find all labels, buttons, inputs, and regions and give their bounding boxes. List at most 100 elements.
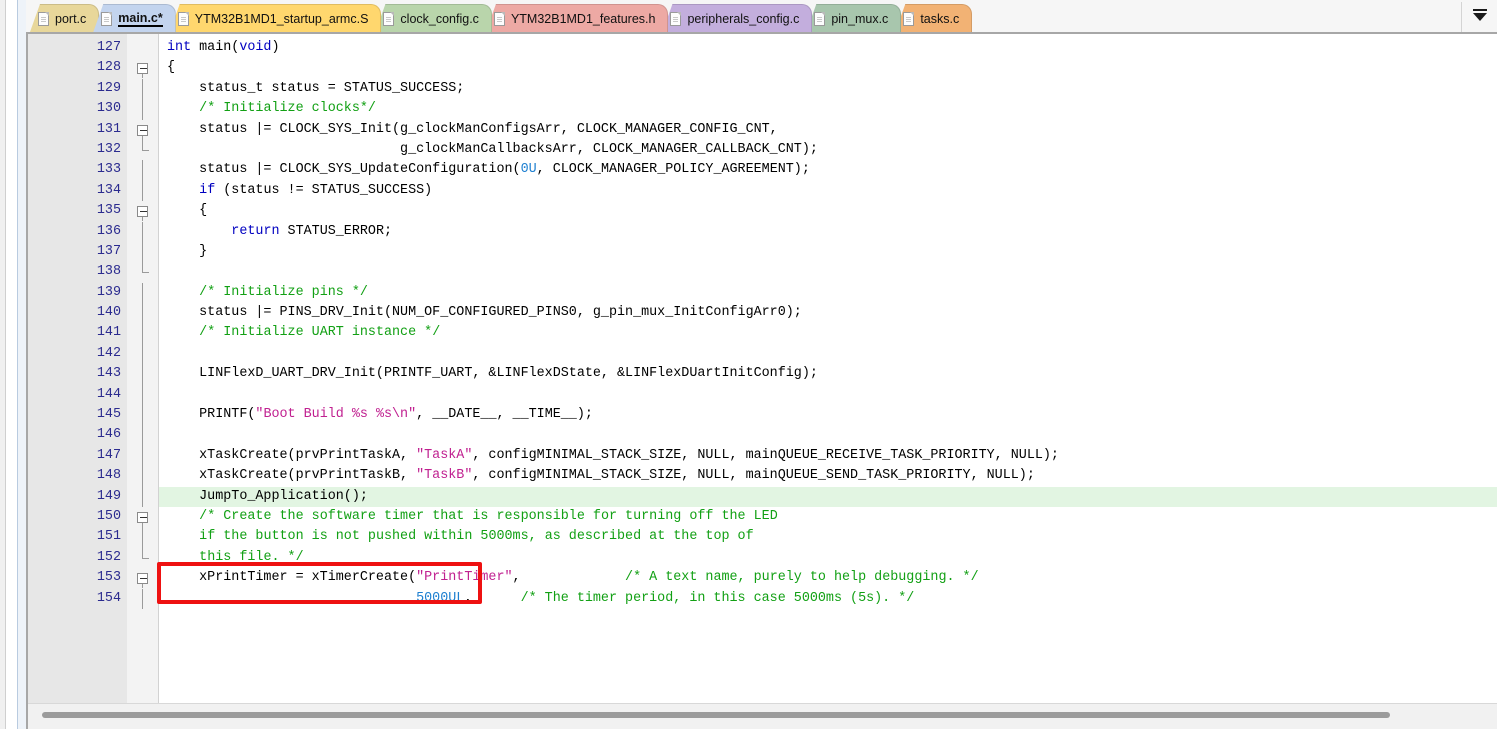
horizontal-scrollbar[interactable] [28, 703, 1497, 729]
fold-stem [127, 160, 159, 181]
code-line-highlighted[interactable]: 149 JumpTo_Application(); [28, 486, 1497, 508]
code-line[interactable]: 130 /* Initialize clocks*/ [28, 99, 1497, 120]
editor-tab-peripherals-config-c[interactable]: peripherals_config.c [662, 4, 813, 32]
line-number: 131 [96, 121, 121, 137]
line-number: 139 [96, 284, 121, 300]
fold-stem [127, 364, 159, 385]
code-text: xPrintTimer = xTimerCreate("PrintTimer",… [167, 570, 979, 586]
code-text: xTaskCreate(prvPrintTaskA, "TaskA", conf… [167, 447, 1059, 463]
editor-tab-label: port.c [55, 11, 87, 26]
fold-end-marker [127, 547, 159, 568]
editor-tab-label: tasks.c [920, 11, 960, 26]
line-number: 153 [96, 570, 121, 586]
file-icon [814, 11, 826, 26]
line-number: 138 [96, 264, 121, 280]
editor-tab-main-c-[interactable]: main.c* [93, 4, 176, 32]
fold-toggle-icon[interactable] [127, 120, 159, 140]
fold-stem [127, 527, 159, 548]
editor-tab-ytm32b1md1-features-h[interactable]: YTM32B1MD1_features.h [485, 4, 669, 32]
code-text: } [167, 243, 208, 259]
code-editor[interactable]: 127 int main(void) 128 {129 status_t status… [26, 32, 1497, 729]
editor-tab-bar: port.c main.c* YTM32B1MD1_startup_armc.S cl… [26, 0, 1497, 32]
code-line[interactable]: 148 xTaskCreate(prvPrintTaskB, "TaskB", … [28, 466, 1497, 487]
editor-tab-tasks-c[interactable]: tasks.c [895, 4, 973, 32]
code-line[interactable]: 135 { [28, 201, 1497, 222]
tab-overflow-button[interactable] [1461, 2, 1497, 32]
fold-stem [127, 99, 159, 120]
code-line[interactable]: 133 status |= CLOCK_SYS_UpdateConfigurat… [28, 160, 1497, 181]
file-icon [38, 11, 49, 26]
fold-stem [127, 221, 159, 242]
code-line[interactable]: 142 [28, 343, 1497, 365]
editor-tab-label: pin_mux.c [831, 11, 889, 26]
ide-editor-window: port.c main.c* YTM32B1MD1_startup_armc.S cl… [0, 0, 1497, 729]
fold-toggle-icon[interactable] [127, 58, 159, 79]
code-text: int main(void) [167, 40, 280, 55]
file-icon [383, 11, 395, 26]
fold-stem [127, 241, 159, 263]
code-text: /* Initialize pins */ [199, 284, 368, 300]
window-left-rail-inner [7, 0, 18, 729]
code-line[interactable]: 131 status |= CLOCK_SYS_Init(g_clockManC… [28, 120, 1497, 140]
code-text: status |= PINS_DRV_Init(NUM_OF_CONFIGURE… [167, 305, 802, 321]
fold-stem [127, 486, 159, 507]
window-left-rail-accent [18, 0, 26, 729]
code-text: { [167, 203, 208, 219]
code-line[interactable]: 146 [28, 425, 1497, 446]
fold-toggle-icon[interactable] [127, 201, 159, 222]
fold-toggle-icon[interactable] [127, 568, 159, 589]
file-icon [177, 11, 189, 26]
editor-tab-port-c[interactable]: port.c [30, 4, 100, 32]
line-number: 151 [96, 529, 121, 545]
code-line[interactable]: 132 g_clockManCallbacksArr, CLOCK_MANAGE… [28, 139, 1497, 160]
line-number: 130 [96, 101, 121, 117]
fold-stem [127, 323, 159, 344]
code-line[interactable]: 140 status |= PINS_DRV_Init(NUM_OF_CONFI… [28, 303, 1497, 324]
code-text: xTaskCreate(prvPrintTaskB, "TaskB", conf… [167, 468, 1035, 484]
fold-stem [127, 405, 159, 426]
code-line[interactable]: 127 int main(void) [28, 38, 1497, 58]
fold-toggle-icon[interactable] [127, 507, 159, 527]
chevron-down-icon [1472, 9, 1487, 21]
code-line[interactable]: 144 [28, 384, 1497, 406]
code-line[interactable]: 129 status_t status = STATUS_SUCCESS; [28, 78, 1497, 100]
code-text: 5000UL, /* The timer period, in this cas… [416, 590, 915, 606]
code-line[interactable]: 143 LINFlexD_UART_DRV_Init(PRINTF_UART, … [28, 364, 1497, 385]
code-line[interactable]: 151 if the button is not pushed within 5… [28, 527, 1497, 548]
editor-tab-ytm32b1md1-startup-armc-s[interactable]: YTM32B1MD1_startup_armc.S [169, 4, 382, 32]
code-line[interactable]: 154 5000UL, /* The timer period, in this… [28, 588, 1497, 609]
code-surface[interactable]: 127 int main(void) 128 {129 status_t status… [28, 34, 1497, 703]
line-number: 133 [96, 162, 121, 178]
fold-end-marker [127, 139, 159, 160]
file-icon [670, 11, 682, 26]
code-line[interactable]: 150 /* Create the software timer that is… [28, 507, 1497, 527]
code-line[interactable]: 138 [28, 262, 1497, 282]
code-line[interactable]: 139 /* Initialize pins */ [28, 282, 1497, 304]
code-line[interactable]: 136 return STATUS_ERROR; [28, 221, 1497, 242]
code-text: /* Initialize UART instance */ [199, 325, 441, 341]
code-line[interactable]: 134 if (status != STATUS_SUCCESS) [28, 180, 1497, 202]
line-number: 132 [96, 141, 121, 157]
editor-tab-clock-config-c[interactable]: clock_config.c [375, 4, 492, 32]
code-line[interactable]: 147 xTaskCreate(prvPrintTaskA, "TaskA", … [28, 445, 1497, 467]
line-number: 134 [96, 182, 121, 198]
code-line[interactable]: 145 PRINTF("Boot Build %s %s\n", __DATE_… [28, 405, 1497, 426]
line-number: 149 [96, 488, 121, 504]
fold-end-marker [127, 262, 159, 282]
editor-tab-label: peripherals_config.c [687, 11, 800, 26]
fold-stem [127, 78, 159, 100]
editor-tab-pin-mux-c[interactable]: pin_mux.c [806, 4, 902, 32]
fold-stem [127, 384, 159, 406]
editor-tab-label: clock_config.c [400, 11, 479, 26]
code-text: LINFlexD_UART_DRV_Init(PRINTF_UART, &LIN… [167, 366, 818, 382]
horizontal-scrollbar-thumb[interactable] [42, 712, 1390, 718]
line-number: 150 [96, 508, 121, 524]
code-line[interactable]: 152 this file. */ [28, 547, 1497, 568]
code-line[interactable]: 153 xPrintTimer = xTimerCreate("PrintTim… [28, 568, 1497, 589]
code-line[interactable]: 141 /* Initialize UART instance */ [28, 323, 1497, 344]
code-text: { [167, 60, 176, 76]
line-number: 137 [96, 243, 121, 259]
code-line[interactable]: 137 } [28, 241, 1497, 263]
fold-stem [127, 466, 159, 487]
code-line[interactable]: 128 { [28, 58, 1497, 79]
